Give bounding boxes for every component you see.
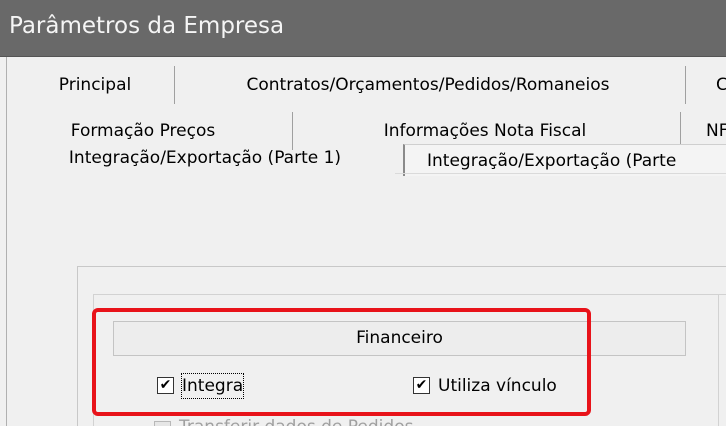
- financeiro-groupbox: [93, 294, 726, 426]
- check-icon: ✔: [415, 377, 428, 393]
- utiliza-vinculo-label[interactable]: Utiliza vínculo: [438, 374, 557, 398]
- company-parameters-window: Parâmetros da Empresa Principal Contrato…: [0, 0, 726, 426]
- tab-baseline: [395, 173, 726, 174]
- integra-label[interactable]: Integra: [180, 373, 245, 399]
- window-title: Parâmetros da Empresa: [9, 13, 285, 39]
- integra-checkbox-row[interactable]: ✔ Integra: [157, 373, 277, 399]
- transferir-pedidos-checkbox: [154, 421, 171, 426]
- transferir-pedidos-label: Transferir dados de Pedidos: [179, 417, 413, 426]
- groupbox-divider: [718, 294, 719, 426]
- tab-separator: [174, 66, 175, 104]
- integra-checkbox[interactable]: ✔: [157, 377, 174, 394]
- financeiro-header: Financeiro: [113, 321, 686, 356]
- tab-integracao-exportacao-parte-2[interactable]: Integração/Exportação (Parte: [403, 144, 726, 176]
- tab-integracao-exportacao-parte-1[interactable]: Integração/Exportação (Parte 1): [30, 140, 380, 176]
- utiliza-vinculo-checkbox-row[interactable]: ✔ Utiliza vínculo: [413, 374, 583, 398]
- tab-partial-c[interactable]: C: [716, 67, 726, 103]
- tab-separator: [685, 66, 686, 104]
- tab-contratos-orcamentos-pedidos-romaneios[interactable]: Contratos/Orçamentos/Pedidos/Romaneios: [190, 67, 666, 103]
- check-icon: ✔: [159, 377, 172, 393]
- title-bar[interactable]: Parâmetros da Empresa: [0, 0, 726, 57]
- utiliza-vinculo-checkbox[interactable]: ✔: [413, 377, 430, 394]
- tab-principal[interactable]: Principal: [30, 67, 160, 103]
